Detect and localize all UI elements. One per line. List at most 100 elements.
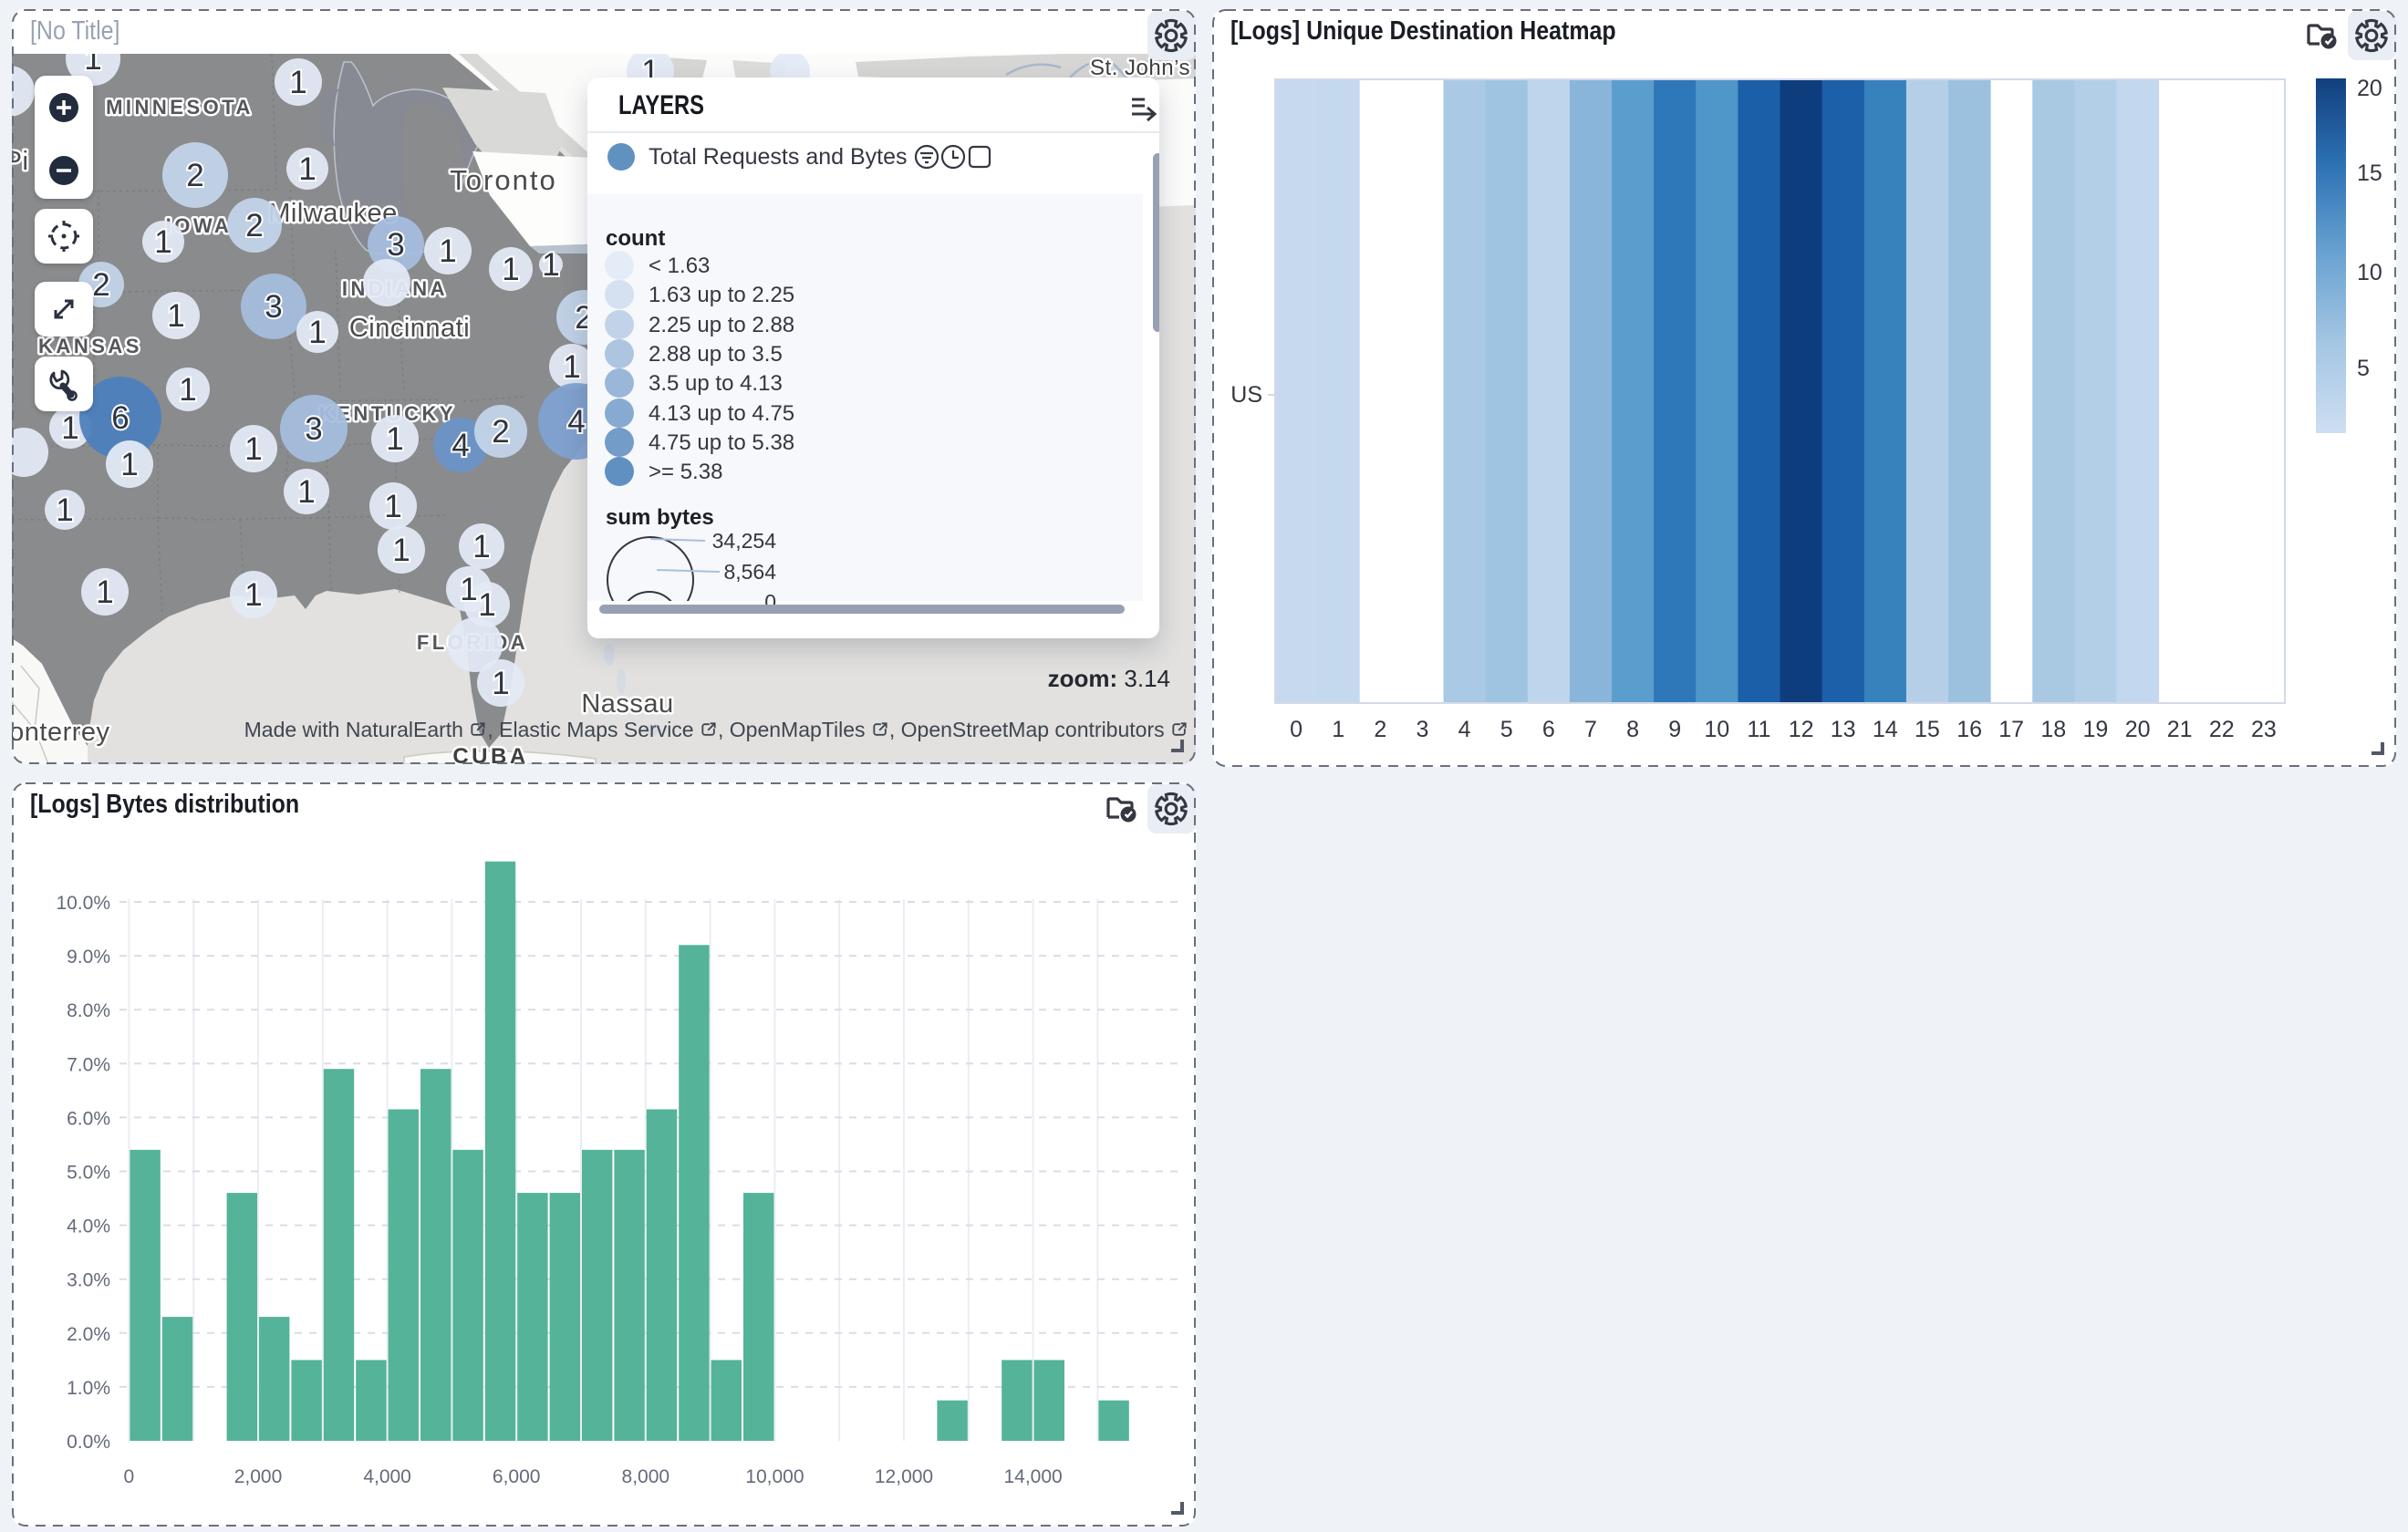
svg-text:3.5 up to 4.13: 3.5 up to 4.13 xyxy=(649,371,783,396)
svg-text:1: 1 xyxy=(386,421,403,457)
svg-text:3: 3 xyxy=(1416,717,1428,742)
svg-text:Pi: Pi xyxy=(12,147,28,176)
svg-text:17: 17 xyxy=(1998,717,2024,742)
svg-text:14,000: 14,000 xyxy=(1003,1466,1062,1487)
svg-text:1: 1 xyxy=(542,247,559,283)
svg-text:8,564: 8,564 xyxy=(723,560,776,584)
svg-text:1: 1 xyxy=(439,233,456,269)
svg-text:34,254: 34,254 xyxy=(712,529,777,553)
svg-text:7: 7 xyxy=(1584,717,1597,742)
svg-text:3: 3 xyxy=(265,289,282,325)
svg-text:0: 0 xyxy=(124,1466,135,1487)
svg-text:4: 4 xyxy=(1458,717,1471,742)
svg-text:1: 1 xyxy=(384,489,401,524)
svg-text:1: 1 xyxy=(179,372,196,408)
svg-text:>= 5.38: >= 5.38 xyxy=(649,460,722,484)
svg-text:21: 21 xyxy=(2167,717,2193,742)
svg-text:Cincinnati: Cincinnati xyxy=(349,314,470,343)
svg-text:6: 6 xyxy=(111,400,129,436)
svg-text:9.0%: 9.0% xyxy=(67,947,110,968)
svg-text:8: 8 xyxy=(1626,717,1639,742)
svg-text:10: 10 xyxy=(1704,717,1729,742)
svg-text:6.0%: 6.0% xyxy=(67,1108,110,1129)
svg-text:MINNESOTA: MINNESOTA xyxy=(106,96,254,119)
svg-text:1: 1 xyxy=(120,447,138,482)
svg-text:12: 12 xyxy=(1789,717,1814,742)
svg-text:8.0%: 8.0% xyxy=(67,1000,110,1021)
svg-text:4: 4 xyxy=(452,428,469,463)
svg-text:7.0%: 7.0% xyxy=(67,1054,110,1075)
svg-text:10.0%: 10.0% xyxy=(56,893,110,914)
svg-text:6: 6 xyxy=(1542,717,1555,742)
svg-text:2: 2 xyxy=(1374,717,1386,742)
svg-text:1: 1 xyxy=(460,572,477,607)
svg-text:23: 23 xyxy=(2251,717,2277,742)
svg-text:12,000: 12,000 xyxy=(875,1466,933,1487)
svg-text:2: 2 xyxy=(492,414,509,450)
svg-text:CUBA: CUBA xyxy=(452,744,528,764)
svg-text:1: 1 xyxy=(502,252,519,287)
svg-text:4.75 up to 5.38: 4.75 up to 5.38 xyxy=(649,430,794,455)
svg-text:1: 1 xyxy=(244,431,262,467)
svg-text:2: 2 xyxy=(245,208,263,243)
svg-text:1: 1 xyxy=(167,298,184,334)
svg-text:2,000: 2,000 xyxy=(234,1466,283,1487)
svg-text:sum bytes: sum bytes xyxy=(606,505,714,530)
svg-text:13: 13 xyxy=(1831,717,1856,742)
svg-text:10,000: 10,000 xyxy=(745,1466,804,1487)
svg-text:1: 1 xyxy=(154,224,171,260)
svg-text:Nassau: Nassau xyxy=(581,689,673,719)
svg-text:KANSAS: KANSAS xyxy=(38,335,142,357)
svg-text:1: 1 xyxy=(96,574,113,610)
svg-text:1.63 up to 2.25: 1.63 up to 2.25 xyxy=(649,283,794,307)
svg-text:1: 1 xyxy=(1332,717,1344,742)
svg-text:15: 15 xyxy=(2357,160,2382,186)
svg-text:1: 1 xyxy=(308,315,326,350)
svg-text:20: 20 xyxy=(2125,717,2151,742)
svg-text:19: 19 xyxy=(2082,717,2108,742)
svg-text:1: 1 xyxy=(56,492,73,528)
svg-text:1: 1 xyxy=(244,577,262,613)
svg-text:1: 1 xyxy=(472,529,490,564)
svg-text:6,000: 6,000 xyxy=(493,1466,541,1487)
svg-text:16: 16 xyxy=(1956,717,1982,742)
svg-text:2: 2 xyxy=(186,158,203,193)
svg-text:Total Requests and Bytes: Total Requests and Bytes xyxy=(649,144,908,170)
svg-text:< 1.63: < 1.63 xyxy=(649,254,710,278)
svg-text:1: 1 xyxy=(478,587,495,623)
svg-text:5: 5 xyxy=(2357,356,2370,381)
svg-text:14: 14 xyxy=(1873,717,1898,742)
svg-text:2.25 up to 2.88: 2.25 up to 2.88 xyxy=(649,313,794,337)
svg-text:2.88 up to 3.5: 2.88 up to 3.5 xyxy=(649,342,783,367)
svg-text:count: count xyxy=(606,226,665,251)
svg-text:0.0%: 0.0% xyxy=(67,1432,110,1453)
svg-text:1: 1 xyxy=(563,349,580,385)
svg-text:8,000: 8,000 xyxy=(622,1466,670,1487)
svg-text:LAYERS: LAYERS xyxy=(618,90,704,120)
svg-text:20: 20 xyxy=(2357,76,2382,101)
svg-text:4: 4 xyxy=(567,404,585,440)
svg-text:3: 3 xyxy=(305,411,322,447)
svg-text:3: 3 xyxy=(387,227,404,263)
svg-text:4.0%: 4.0% xyxy=(67,1216,110,1237)
svg-text:10: 10 xyxy=(2357,260,2382,285)
svg-text:1: 1 xyxy=(492,666,509,701)
svg-text:1: 1 xyxy=(392,533,410,568)
svg-text:5.0%: 5.0% xyxy=(67,1163,110,1184)
svg-text:US: US xyxy=(1230,382,1262,408)
svg-text:4.13 up to 4.75: 4.13 up to 4.75 xyxy=(649,401,794,426)
svg-text:1.0%: 1.0% xyxy=(67,1378,110,1399)
svg-text:Monterrey: Monterrey xyxy=(12,718,110,747)
svg-text:3.0%: 3.0% xyxy=(67,1270,110,1291)
svg-text:1: 1 xyxy=(61,410,78,446)
svg-text:4,000: 4,000 xyxy=(363,1466,411,1487)
svg-text:15: 15 xyxy=(1915,717,1940,742)
svg-text:11: 11 xyxy=(1747,717,1770,742)
svg-text:2: 2 xyxy=(92,267,109,303)
svg-text:1: 1 xyxy=(297,474,315,510)
svg-text:2.0%: 2.0% xyxy=(67,1324,110,1345)
svg-text:18: 18 xyxy=(2040,717,2066,742)
svg-text:Toronto: Toronto xyxy=(450,164,556,196)
svg-text:9: 9 xyxy=(1668,717,1681,742)
svg-text:22: 22 xyxy=(2209,717,2235,742)
